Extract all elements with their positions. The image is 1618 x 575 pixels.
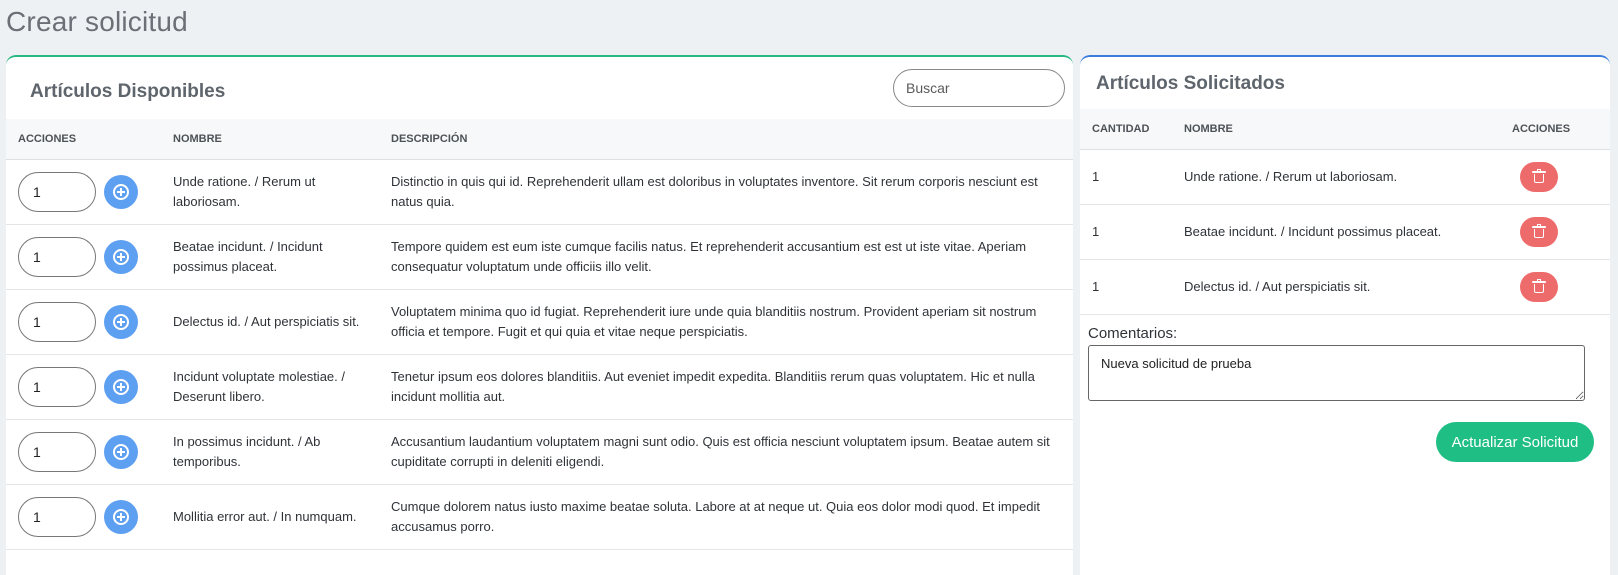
item-name: Beatae incidunt. / Incidunt possimus pla… [161, 224, 379, 290]
quantity-input[interactable] [18, 171, 96, 212]
item-name: In possimus incidunt. / Ab temporibus. [161, 419, 379, 485]
row-actions [18, 431, 149, 472]
table-header-row: CANTIDAD NOMBRE ACCIONES [1080, 109, 1610, 150]
table-row: Mollitia error aut. / In numquam. Cumque… [6, 484, 1073, 550]
row-actions-cell [6, 484, 161, 550]
item-name: Unde ratione. / Rerum ut laboriosam. [161, 159, 379, 225]
requested-items-title: Artículos Solicitados [1096, 73, 1285, 94]
row-actions-cell [6, 159, 161, 225]
plus-circle-icon [113, 378, 129, 395]
delete-item-button[interactable] [1520, 161, 1558, 192]
available-items-header: Artículos Disponibles [6, 57, 1073, 119]
row-actions-cell [6, 354, 161, 420]
column-header-quantity: CANTIDAD [1080, 109, 1172, 150]
plus-circle-icon [113, 313, 129, 330]
requested-items-card: Artículos Solicitados CANTIDAD NOMBRE AC… [1080, 55, 1610, 575]
row-actions [18, 366, 149, 407]
row-actions [18, 496, 149, 537]
add-item-button[interactable] [104, 239, 138, 274]
table-row: 1 Beatae incidunt. / Incidunt possimus p… [1080, 204, 1610, 260]
plus-circle-icon [113, 443, 129, 460]
column-header-actions: ACCIONES [6, 119, 161, 160]
trash-icon [1532, 223, 1546, 238]
column-header-name: NOMBRE [161, 119, 379, 160]
item-quantity: 1 [1080, 149, 1172, 205]
item-name: Incidunt voluptate molestiae. / Deserunt… [161, 354, 379, 420]
table-row: Beatae incidunt. / Incidunt possimus pla… [6, 224, 1073, 290]
requested-items-table: CANTIDAD NOMBRE ACCIONES 1 Unde ratione.… [1080, 109, 1610, 315]
available-items-title: Artículos Disponibles [30, 81, 226, 102]
comments-textarea[interactable]: Nueva solicitud de prueba [1088, 345, 1585, 401]
row-actions [18, 171, 149, 212]
page-title: Crear solicitud [6, 6, 188, 37]
row-actions-cell [1500, 149, 1610, 205]
item-quantity: 1 [1080, 204, 1172, 260]
item-name: Delectus id. / Aut perspiciatis sit. [161, 289, 379, 355]
item-quantity: 1 [1080, 259, 1172, 315]
item-description: Tenetur ipsum eos dolores blanditiis. Au… [379, 354, 1073, 420]
trash-icon [1532, 168, 1546, 183]
table-row: Incidunt voluptate molestiae. / Deserunt… [6, 354, 1073, 420]
table-row: 1 Unde ratione. / Rerum ut laboriosam. [1080, 149, 1610, 205]
item-name: Beatae incidunt. / Incidunt possimus pla… [1172, 204, 1500, 260]
row-actions [18, 236, 149, 277]
requested-items-header: Artículos Solicitados [1080, 57, 1610, 109]
trash-icon [1532, 278, 1546, 293]
available-items-card: Artículos Disponibles ACCIONES NOMBRE DE… [6, 55, 1073, 575]
table-row: 1 Delectus id. / Aut perspiciatis sit. [1080, 259, 1610, 315]
add-item-button[interactable] [104, 499, 138, 534]
item-name: Mollitia error aut. / In numquam. [161, 484, 379, 550]
item-description: Distinctio in quis qui id. Reprehenderit… [379, 159, 1073, 225]
row-actions-cell [6, 224, 161, 290]
quantity-input[interactable] [18, 496, 96, 537]
row-actions-cell [1500, 259, 1610, 315]
row-actions [18, 301, 149, 342]
item-description: Tempore quidem est eum iste cumque facil… [379, 224, 1073, 290]
item-description: Accusantium laudantium voluptatem magni … [379, 419, 1073, 485]
quantity-input[interactable] [18, 366, 96, 407]
column-header-actions: ACCIONES [1500, 109, 1610, 150]
add-item-button[interactable] [104, 369, 138, 404]
plus-circle-icon [113, 508, 129, 525]
table-row: Unde ratione. / Rerum ut laboriosam. Dis… [6, 159, 1073, 225]
row-actions-cell [6, 419, 161, 485]
plus-circle-icon [113, 248, 129, 265]
table-header-row: ACCIONES NOMBRE DESCRIPCIÓN [6, 119, 1073, 160]
item-name: Unde ratione. / Rerum ut laboriosam. [1172, 149, 1500, 205]
delete-item-button[interactable] [1520, 271, 1558, 302]
quantity-input[interactable] [18, 236, 96, 277]
item-name: Delectus id. / Aut perspiciatis sit. [1172, 259, 1500, 315]
quantity-input[interactable] [18, 431, 96, 472]
plus-circle-icon [113, 183, 129, 200]
column-header-description: DESCRIPCIÓN [379, 119, 1073, 160]
search-input[interactable] [893, 69, 1065, 107]
table-row: In possimus incidunt. / Ab temporibus. A… [6, 419, 1073, 485]
add-item-button[interactable] [104, 434, 138, 469]
add-item-button[interactable] [104, 304, 138, 339]
quantity-input[interactable] [18, 301, 96, 342]
delete-item-button[interactable] [1520, 216, 1558, 247]
item-description: Cumque dolorem natus iusto maxime beatae… [379, 484, 1073, 550]
add-item-button[interactable] [104, 174, 138, 209]
available-items-table: ACCIONES NOMBRE DESCRIPCIÓN Unde ratione… [6, 119, 1073, 550]
table-row: Delectus id. / Aut perspiciatis sit. Vol… [6, 289, 1073, 355]
column-header-name: NOMBRE [1172, 109, 1500, 150]
row-actions-cell [6, 289, 161, 355]
comments-label: Comentarios: [1088, 325, 1178, 342]
item-description: Voluptatem minima quo id fugiat. Reprehe… [379, 289, 1073, 355]
update-request-button[interactable]: Actualizar Solicitud [1436, 422, 1594, 462]
row-actions-cell [1500, 204, 1610, 260]
